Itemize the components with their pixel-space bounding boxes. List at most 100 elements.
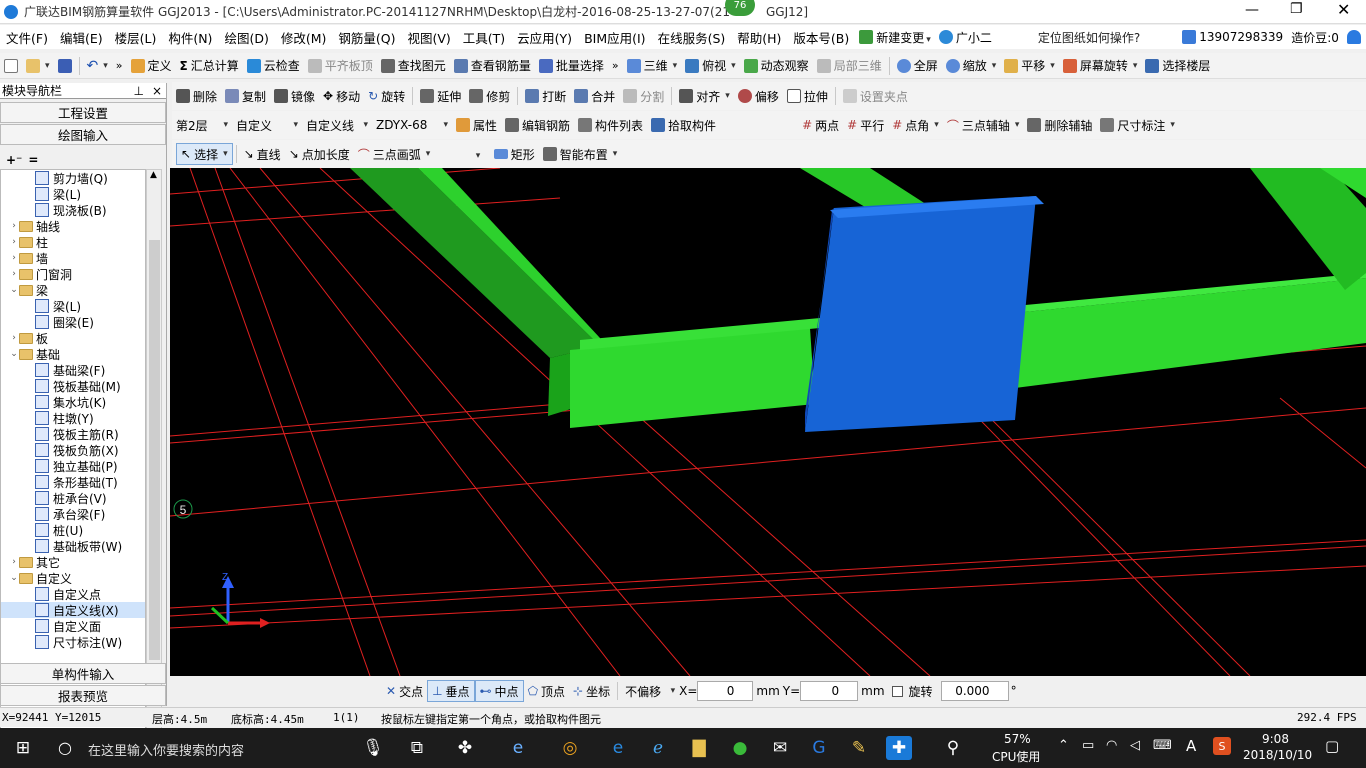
expand-toggle-icon[interactable]: ⌄ [9,349,19,359]
expand-toggle-icon[interactable]: › [9,333,19,343]
tool-select-floor[interactable]: 选择楼层 [1141,55,1214,77]
tree-folder[interactable]: › 板 [1,330,145,346]
snap-midpoint[interactable]: ⊷ 中点 [474,680,524,702]
volume-icon[interactable]: ◁ [1130,738,1140,753]
tree-item[interactable]: 桩(U) [1,522,145,538]
tree-folder[interactable]: ⌄ 基础 [1,346,145,362]
tree-item[interactable]: 筏板基础(M) [1,378,145,394]
tool-mirror[interactable]: 镜像 [270,85,319,107]
tool-zoom[interactable]: 缩放 [942,55,1001,77]
tool-align-slab-top[interactable]: 平齐板顶 [304,55,377,77]
assistant-button[interactable]: 广小二 [935,26,996,48]
tool-batch-select[interactable]: 批量选择 [535,55,608,77]
tree-item[interactable]: 独立基础(P) [1,458,145,474]
task-view-icon[interactable]: ⧉ [404,736,430,760]
menu-version[interactable]: 版本号(B) [787,28,855,47]
tool-align[interactable]: 对齐 [675,85,734,107]
drawing-canvas[interactable]: 5 Z [170,168,1366,676]
tree-folder[interactable]: ⌄ 自定义 [1,570,145,586]
tree-item[interactable]: 集水坑(K) [1,394,145,410]
drawing-input-button[interactable]: 绘图输入 [0,124,166,145]
new-change-button[interactable]: 新建变更 [855,26,935,48]
tree-item[interactable]: 基础梁(F) [1,362,145,378]
windows-start-icon[interactable]: ⊞ [10,736,36,760]
menu-bim[interactable]: BIM应用(I) [578,28,652,47]
tool-trim[interactable]: 修剪 [465,85,514,107]
tool-smart-layout[interactable]: 智能布置 [539,143,622,165]
arc-options-dropdown[interactable] [474,147,490,161]
y-input[interactable]: 0 [800,681,859,701]
tool-pick-component[interactable]: 拾取构件 [647,114,720,136]
person-icon[interactable] [1346,30,1361,44]
notifications-icon[interactable]: ▢ [1325,737,1339,755]
tool-delete[interactable]: 删除 [172,85,221,107]
tool-set-grip[interactable]: 设置夹点 [839,85,912,107]
snap-coordinate[interactable]: ⊹ 坐标 [569,680,614,702]
tree-folder[interactable]: › 门窗洞 [1,266,145,282]
tool-dynamic-view[interactable]: 动态观察 [740,55,813,77]
ie-icon[interactable]: ℯ [645,736,671,760]
tree-item[interactable]: 自定义点 [1,586,145,602]
tool-copy[interactable]: 复制 [221,85,270,107]
x-input[interactable]: 0 [697,681,754,701]
tool-fullscreen[interactable]: 全屏 [893,55,942,77]
tree-scrollbar[interactable]: ▲▼ [146,169,162,741]
project-settings-button[interactable]: 工程设置 [0,102,166,123]
glodon-g-icon[interactable]: G [806,736,832,760]
tool-delete-axis[interactable]: 删除辅轴 [1023,114,1096,136]
tool-rectangle[interactable]: 矩形 [490,143,539,165]
menu-tools[interactable]: 工具(T) [457,28,511,47]
menu-online[interactable]: 在线服务(S) [652,28,732,47]
tree-item[interactable]: 承台梁(F) [1,506,145,522]
tool-line[interactable]: ↘ 直线 [240,143,285,165]
people-icon[interactable]: ⚲ [940,736,966,760]
floor-select[interactable]: 第2层 [172,114,232,136]
tree-item[interactable]: 尺寸标注(W) [1,634,145,650]
menu-cloud[interactable]: 云应用(Y) [511,28,578,47]
tree-item[interactable]: 现浇板(B) [1,202,145,218]
360-browser-icon[interactable]: ◎ [557,736,583,760]
3d-view[interactable]: 5 Z [170,168,1366,676]
tool-three-point-axis[interactable]: ⌒ 三点辅轴 [943,114,1024,136]
file-explorer-icon[interactable]: ▇ [686,736,712,760]
tree-item[interactable]: 筏板主筋(R) [1,426,145,442]
tool-find-element[interactable]: 查找图元 [377,55,450,77]
restore-button[interactable]: ❐ [1290,1,1303,17]
tool-dimension[interactable]: 尺寸标注 [1096,114,1179,136]
tool-component-list[interactable]: 构件列表 [574,114,647,136]
edge-browser-icon[interactable]: e [605,736,631,760]
tool-screen-rotate[interactable]: 屏幕旋转 [1059,55,1142,77]
notification-badge[interactable]: 76 [725,0,755,16]
ggj-app-icon[interactable]: ✚ [886,736,912,760]
snap-perpendicular[interactable]: ⊥ 垂点 [427,680,475,702]
tool-two-point-axis[interactable]: # 两点 [798,114,843,136]
menu-file[interactable]: 文件(F) [0,28,54,47]
open-file-button[interactable] [22,55,54,77]
tree-folder[interactable]: ⌄ 梁 [1,282,145,298]
tool-define[interactable]: 定义 [127,55,176,77]
notes-app-icon[interactable]: ✎ [846,736,872,760]
sogou-icon[interactable]: S [1213,737,1231,755]
offset-select[interactable]: 不偏移 [621,680,679,702]
minimize-button[interactable]: — [1245,2,1259,18]
ime-indicator[interactable]: A [1186,737,1196,755]
tool-move[interactable]: ✥ 移动 [319,85,364,107]
ie-browser-icon[interactable]: e [505,736,531,760]
nav-close-icon[interactable]: × [152,84,162,98]
expand-all-icon[interactable]: +⁻ [6,153,22,167]
tool-top-view[interactable]: 俯视 [681,55,740,77]
tool-edit-rebar[interactable]: 编辑钢筋 [501,114,574,136]
expand-toggle-icon[interactable]: › [9,269,19,279]
menu-draw[interactable]: 绘图(D) [218,28,274,47]
tool-merge[interactable]: 合并 [570,85,619,107]
taskbar-search[interactable]: 在这里输入你要搜索的内容 [88,740,244,759]
rotate-checkbox[interactable] [891,685,903,697]
tool-break[interactable]: 打断 [521,85,570,107]
user-account[interactable]: 13907298339 [1178,26,1287,48]
tree-item[interactable]: 筏板负筋(X) [1,442,145,458]
tree-item[interactable]: 剪力墙(Q) [1,170,145,186]
menu-component[interactable]: 构件(N) [162,28,218,47]
green-app-icon[interactable]: ● [727,736,753,760]
custom-line-element[interactable] [805,196,1044,432]
close-button[interactable]: ✕ [1337,0,1350,19]
